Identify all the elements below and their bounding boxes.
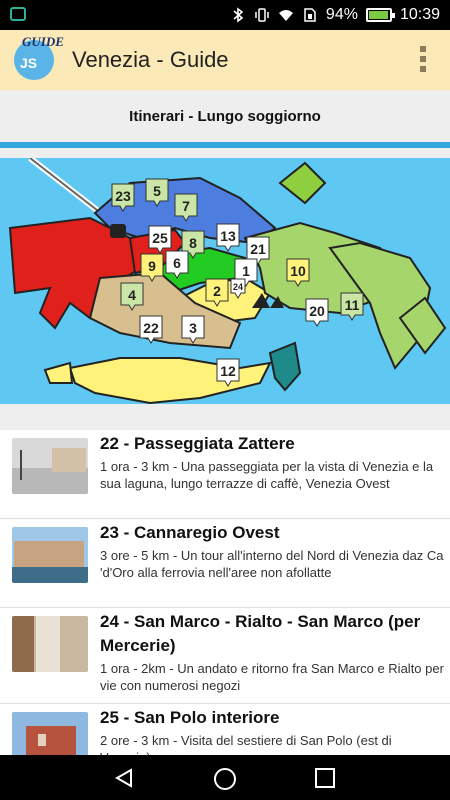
item-description: 1 ora - 2km - Un andato e ritorno fra Sa… [100,661,444,693]
thumbnail-image [12,616,88,672]
map-marker-label: 24 [233,282,243,292]
item-title: 23 - Cannaregio Ovest [100,523,280,542]
map-marker-label: 11 [345,297,360,313]
clock: 10:39 [399,6,440,23]
item-title: 25 - San Polo interiore [100,708,280,727]
recents-icon[interactable] [314,767,336,789]
list-item[interactable]: 23 - Cannaregio Ovest 3 ore - 5 km - Un … [0,519,450,608]
map-marker-label: 8 [189,235,197,251]
list-item[interactable]: 24 - San Marco - Rialto - San Marco (per… [0,608,450,704]
map-marker-label: 10 [290,263,306,279]
map-marker-label: 9 [148,258,156,274]
list-item[interactable]: 22 - Passeggiata Zattere 1 ora - 3 km - … [0,430,450,519]
item-title: 22 - Passeggiata Zattere [100,434,295,453]
spacer [0,148,450,158]
spacer [0,404,450,430]
home-icon[interactable] [213,767,237,791]
venezia-map[interactable]: 23 5 7 25 8 13 21 9 6 1 10 2 24 4 20 11 22 3 12 [0,158,450,408]
sim-icon [304,8,316,22]
item-title: 24 - San Marco - Rialto - San Marco (per… [100,612,421,655]
status-bar: 94% 10:39 [0,0,450,30]
notification-icon [10,7,26,21]
bluetooth-icon [233,7,244,23]
map-marker-label: 13 [220,228,236,244]
back-icon[interactable] [113,767,135,789]
logo-text-bottom: JS [20,55,38,71]
section-title: Itinerari - Lungo soggiorno [0,90,450,142]
battery-icon [365,8,395,22]
map-marker-label: 22 [143,320,159,336]
map-marker-label: 21 [250,241,266,257]
map-marker-label: 6 [173,255,181,271]
map-marker-label: 3 [189,320,197,336]
map-marker-label: 23 [115,188,131,204]
wifi-icon [278,10,293,21]
status-icons: 94% 10:39 [230,0,440,30]
map-marker-label: 25 [152,230,168,246]
map-marker-label: 7 [182,198,190,214]
map-marker-label: 4 [128,287,136,303]
battery-percent: 94% [325,6,358,23]
thumbnail-image [12,527,88,583]
map-marker-label: 12 [220,363,236,379]
app-logo: GUIDE JS [14,34,64,80]
app-title: Venezia - Guide [72,47,229,72]
navigation-bar [0,755,450,800]
vibrate-icon [255,8,269,22]
logo-text-top: GUIDE [22,34,64,49]
map-marker-label: 5 [153,183,161,199]
map-marker-label: 1 [242,263,250,279]
itinerary-list: 22 - Passeggiata Zattere 1 ora - 3 km - … [0,430,450,793]
map-marker-label: 2 [213,283,221,299]
thumbnail-image [12,438,88,494]
item-description: 3 ore - 5 km - Un tour all'interno del N… [100,548,444,580]
map-marker-label: 20 [309,303,325,319]
item-description: 1 ora - 3 km - Una passeggiata per la vi… [100,459,434,491]
overflow-menu-icon[interactable] [418,46,428,74]
